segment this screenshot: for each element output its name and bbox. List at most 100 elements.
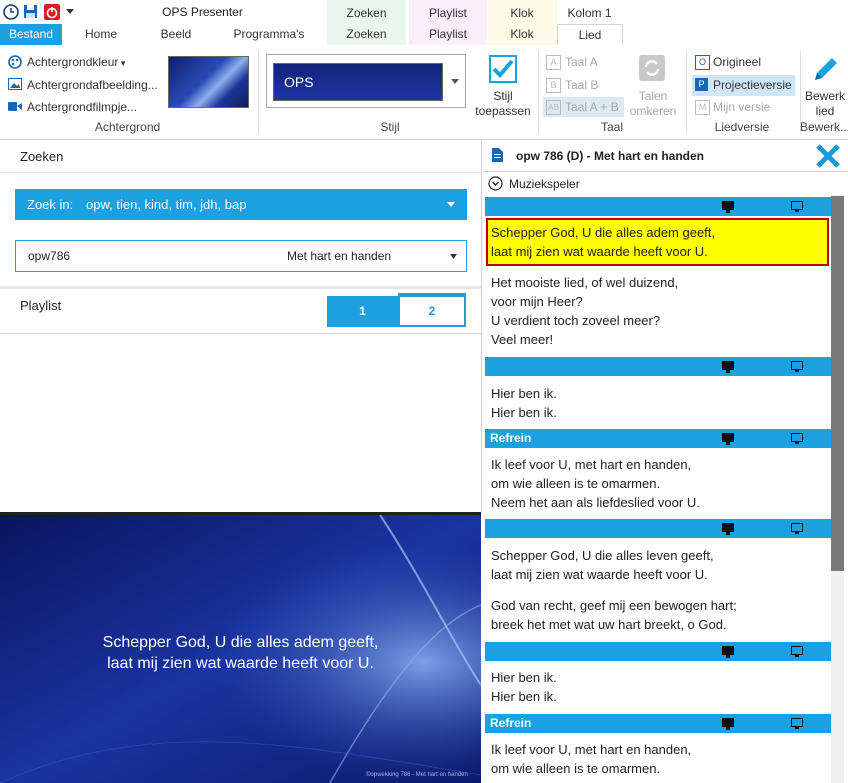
verse-line: Ik leef voor U, met hart en handen, [491, 457, 692, 472]
monitor-icon[interactable] [722, 523, 734, 535]
language-b-button[interactable]: Taal B [565, 78, 598, 92]
window-title: OPS Presenter [162, 5, 243, 19]
ribbon-separator [258, 51, 259, 133]
verse-line: Het mooiste lied, of wel duizend, [491, 275, 679, 290]
power-icon[interactable] [44, 4, 60, 20]
verse-text[interactable]: Het mooiste lied, of wel duizend, voor m… [491, 273, 678, 349]
scrollbar-thumb[interactable] [831, 196, 844, 571]
verse-line: laat mij zien wat waarde heeft voor U. [491, 567, 708, 582]
divider [0, 333, 481, 334]
preview-lyrics: Schepper God, U die alles adem geeft, la… [0, 632, 481, 674]
monitor-icon[interactable] [722, 201, 734, 213]
save-icon[interactable] [23, 4, 38, 19]
monitor-icon[interactable] [791, 201, 803, 212]
monitor-icon[interactable] [791, 361, 803, 372]
original-version-button[interactable]: Origineel [713, 55, 761, 69]
group-label-language: Taal [600, 120, 623, 134]
swap-languages-button[interactable]: Talen omkeren [626, 89, 680, 119]
my-version-button[interactable]: Mijn versie [713, 100, 770, 114]
verse-header[interactable] [485, 519, 831, 538]
tab-bestand[interactable]: Bestand [0, 24, 62, 45]
verse-line: om wie alleen is te omarmen. [491, 761, 661, 776]
verse-header[interactable]: Refrein [485, 714, 831, 733]
style-gallery[interactable]: OPS [266, 54, 466, 108]
background-color-label: Achtergrondkleur [27, 55, 119, 69]
monitor-icon[interactable] [722, 361, 734, 373]
letter-m-icon: M [695, 100, 710, 115]
search-in-value: opw, tien, kind, tim, jdh, bap [86, 197, 247, 212]
tab-playlist[interactable]: Playlist [409, 24, 487, 45]
divider [0, 286, 481, 289]
divider [483, 171, 848, 172]
search-result-combo[interactable]: opw786 Met hart en handen [15, 240, 467, 272]
search-result-code: opw786 [28, 249, 71, 263]
verse-header[interactable] [485, 642, 831, 661]
verse-line: breek het met wat uw hart breekt, o God. [491, 617, 727, 632]
verse-text[interactable]: Schepper God, U die alles leven geeft, l… [491, 546, 714, 584]
dropdown-arrow-icon: ▾ [118, 58, 126, 68]
chevron-down-icon[interactable] [451, 79, 460, 85]
song-title: opw 786 (D) - Met hart en handen [516, 149, 705, 163]
tab-lied[interactable]: Lied [557, 24, 623, 47]
background-thumbnail[interactable] [168, 56, 249, 108]
tab-klok[interactable]: Klok [487, 24, 557, 45]
language-a-button[interactable]: Taal A [565, 55, 598, 69]
preview-line-2: laat mij zien wat waarde heeft voor U. [107, 655, 374, 672]
document-icon [492, 148, 503, 162]
tab-zoeken[interactable]: Zoeken [327, 24, 406, 45]
music-player-toggle[interactable]: Muziekspeler [509, 177, 580, 191]
background-color-button[interactable]: Achtergrondkleur ▾ [27, 55, 125, 69]
language-ab-button[interactable]: Taal A + B [565, 100, 619, 114]
apply-style-button[interactable]: Stijl toepassen [472, 89, 534, 119]
quick-access-dropdown-icon[interactable] [66, 9, 75, 15]
verse-label: Refrein [490, 716, 532, 730]
chevron-down-circle-icon[interactable] [488, 176, 503, 191]
apply-style-line2: toepassen [475, 104, 531, 118]
group-label-song-version: Liedversie [714, 120, 770, 134]
monitor-icon[interactable] [791, 433, 803, 444]
title-bar: OPS Presenter Zoeken Playlist Klok Kolom… [0, 0, 848, 24]
playlist-page-2[interactable]: 2 [398, 293, 466, 327]
verse-text[interactable]: God van recht, geef mij een bewogen hart… [491, 596, 737, 634]
monitor-icon[interactable] [722, 433, 734, 445]
monitor-icon[interactable] [722, 646, 734, 658]
verse-line: Veel meer! [491, 332, 554, 347]
tab-home[interactable]: Home [70, 24, 132, 45]
edit-song-button[interactable]: Bewerk lied [802, 89, 848, 119]
background-video-button[interactable]: Achtergrondfilmpje... [27, 100, 137, 114]
background-image-button[interactable]: Achtergrondafbeelding... [27, 78, 158, 92]
monitor-icon[interactable] [791, 718, 803, 729]
edit-line2: lied [815, 104, 835, 118]
swap-line1: Talen [638, 89, 668, 103]
chevron-down-icon [447, 202, 455, 207]
verse-header[interactable] [485, 357, 831, 376]
letter-b-icon: B [546, 78, 561, 93]
monitor-icon[interactable] [791, 523, 803, 534]
verse-text[interactable]: Hier ben ik. Hier ben ik. [491, 384, 557, 422]
verse-header[interactable] [485, 197, 831, 216]
search-header: Zoeken [20, 149, 64, 164]
verse-line: Hier ben ik. [491, 689, 557, 704]
clock-icon[interactable] [3, 4, 19, 20]
search-result-title: Met hart en handen [287, 249, 392, 263]
close-icon[interactable] [815, 143, 841, 169]
chevron-down-icon [450, 254, 457, 259]
playlist-page-1[interactable]: 1 [327, 296, 398, 327]
verse-header[interactable]: Refrein [485, 429, 831, 448]
checkmark-icon [489, 55, 517, 83]
style-preview: OPS [273, 63, 443, 101]
tab-programmas[interactable]: Programma's [218, 24, 320, 45]
monitor-icon[interactable] [722, 718, 734, 730]
letter-p-icon: P [695, 78, 708, 91]
image-icon [8, 78, 22, 90]
verse-line: U verdient toch zoveel meer? [491, 313, 661, 328]
tab-beeld[interactable]: Beeld [140, 24, 212, 45]
verse-text[interactable]: Ik leef voor U, met hart en handen, om w… [491, 740, 691, 778]
verse-text[interactable]: Schepper God, U die alles adem geeft, la… [491, 223, 715, 261]
verse-text[interactable]: Hier ben ik. Hier ben ik. [491, 668, 557, 706]
monitor-icon[interactable] [791, 646, 803, 657]
verse-text[interactable]: Ik leef voor U, met hart en handen, om w… [491, 455, 700, 512]
search-in-dropdown[interactable]: Zoek in: opw, tien, kind, tim, jdh, bap [15, 189, 467, 220]
projection-preview[interactable]: Schepper God, U die alles adem geeft, la… [0, 512, 481, 783]
projection-version-button[interactable]: Projectieversie [713, 78, 792, 92]
